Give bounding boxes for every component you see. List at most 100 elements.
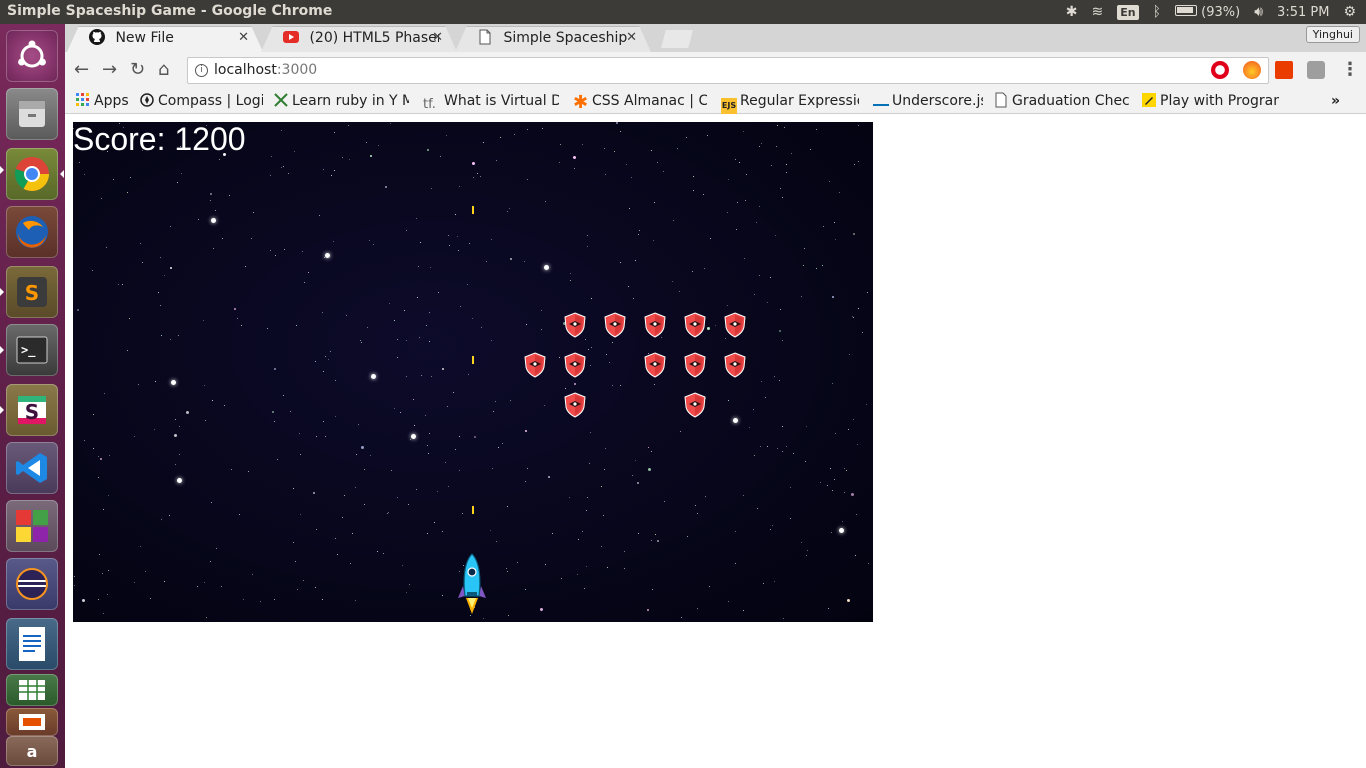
star (867, 292, 868, 293)
terminal-icon[interactable]: >_ (6, 324, 58, 376)
star (681, 617, 682, 618)
wifi-icon[interactable]: ≋ (1092, 0, 1104, 24)
slack-icon[interactable]: S (6, 384, 58, 436)
new-tab-button[interactable] (661, 30, 693, 48)
star (570, 273, 571, 274)
star (394, 408, 395, 409)
keyboard-layout-indicator[interactable]: En (1117, 4, 1139, 20)
close-tab-icon[interactable]: ✕ (238, 26, 249, 50)
bookmark-regular-expression[interactable]: EJS Regular Expressior (721, 91, 859, 114)
star (693, 190, 694, 191)
bookmark-underscore[interactable]: Underscore.js (873, 91, 983, 111)
files-icon[interactable] (6, 88, 58, 140)
star (820, 482, 821, 483)
settings-sync-icon[interactable]: ✱ (1066, 0, 1078, 24)
star (687, 536, 688, 537)
battery-indicator[interactable]: (93%) (1175, 4, 1240, 20)
star (455, 449, 456, 450)
star (647, 609, 649, 611)
enemy-ship (564, 352, 586, 378)
star (98, 456, 99, 457)
star (402, 565, 403, 566)
star (350, 563, 351, 564)
amazon-icon[interactable]: a (6, 736, 58, 766)
software-center-icon[interactable] (6, 500, 58, 552)
reload-icon[interactable]: ↻ (130, 60, 145, 80)
star (839, 528, 844, 533)
ubuntu-dash-icon[interactable] (6, 30, 58, 82)
enemy-ship (564, 312, 586, 338)
tab-html5-phaser[interactable]: (20) HTML5 Phaser G ✕ (261, 26, 457, 52)
fire-extension-icon[interactable] (1243, 61, 1261, 79)
star (853, 419, 854, 420)
star (469, 243, 470, 244)
sublime-text-icon[interactable]: S (6, 266, 58, 318)
clock[interactable]: 3:51 PM (1277, 5, 1329, 20)
star (614, 151, 615, 152)
star (857, 444, 858, 445)
chrome-icon[interactable] (6, 148, 58, 200)
star (171, 380, 176, 385)
star (293, 542, 294, 543)
star (834, 222, 835, 223)
star (629, 208, 630, 209)
star (830, 468, 831, 469)
bookmarks-overflow-button[interactable]: » (1331, 91, 1340, 111)
star (777, 125, 778, 126)
eclipse-icon[interactable] (6, 558, 58, 610)
star (544, 405, 545, 406)
star (777, 448, 778, 449)
chrome-menu-icon[interactable]: ⋮ (1341, 60, 1359, 80)
libreoffice-writer-icon[interactable] (6, 618, 58, 670)
libreoffice-calc-icon[interactable] (6, 674, 58, 706)
svg-text:a: a (27, 742, 38, 761)
star (673, 220, 674, 221)
star (542, 128, 543, 129)
power-gear-icon[interactable]: ⚙ (1343, 0, 1356, 24)
bluetooth-icon[interactable]: ᛒ (1153, 0, 1161, 24)
browser-toolbar: ← → ↻ ⌂ i localhost:3000 ☆ ⋮ (65, 52, 1366, 88)
vscode-icon[interactable] (6, 442, 58, 494)
bookmark-graduation-checklist[interactable]: Graduation Checkl (993, 91, 1129, 111)
firefox-icon[interactable] (6, 206, 58, 258)
bookmark-label: Regular Expressior (740, 93, 859, 109)
bookmark-play-with-programming[interactable]: Play with Program (1141, 91, 1279, 111)
star (604, 469, 605, 470)
close-tab-icon[interactable]: ✕ (432, 26, 443, 50)
enemy-ship (644, 352, 666, 378)
back-icon[interactable]: ← (74, 60, 89, 80)
star (406, 340, 407, 341)
bookmark-css-almanac[interactable]: ✱CSS Almanac | CSS (573, 91, 707, 111)
star (101, 198, 102, 199)
tab-simple-spaceship-game[interactable]: Simple Spaceship Ga ✕ (455, 26, 651, 52)
profile-button[interactable]: Yinghui (1305, 26, 1360, 43)
bookmark-compass[interactable]: Compass | Login (139, 91, 263, 111)
game-canvas[interactable]: Score: 1200 (73, 122, 873, 622)
star (169, 515, 170, 516)
home-icon[interactable]: ⌂ (158, 60, 169, 80)
forward-icon[interactable]: → (102, 60, 117, 80)
star (582, 531, 583, 532)
star (84, 174, 85, 175)
volume-icon[interactable]: 🔊︎ (1254, 0, 1263, 24)
star (453, 392, 454, 393)
extension-icon[interactable] (1307, 61, 1325, 79)
star (344, 495, 345, 496)
star (695, 505, 696, 506)
close-tab-icon[interactable]: ✕ (626, 26, 637, 50)
libreoffice-impress-icon[interactable] (6, 708, 58, 736)
star (377, 551, 378, 552)
star (219, 159, 220, 160)
office-extension-icon[interactable] (1275, 61, 1293, 79)
focused-indicator (60, 170, 64, 178)
site-info-icon[interactable]: i (195, 64, 208, 77)
opera-extension-icon[interactable] (1211, 61, 1229, 79)
bookmark-apps[interactable]: Apps (75, 91, 135, 111)
bookmark-virtual-dom[interactable]: tf. What is Virtual Do (423, 91, 559, 111)
star (587, 497, 588, 498)
star (370, 155, 372, 157)
bookmark-learn-ruby[interactable]: Learn ruby in Y Min (273, 91, 409, 111)
address-bar[interactable]: i localhost:3000 ☆ (187, 57, 1269, 84)
tab-new-file[interactable]: New File ✕ (67, 26, 263, 52)
star (772, 525, 773, 526)
